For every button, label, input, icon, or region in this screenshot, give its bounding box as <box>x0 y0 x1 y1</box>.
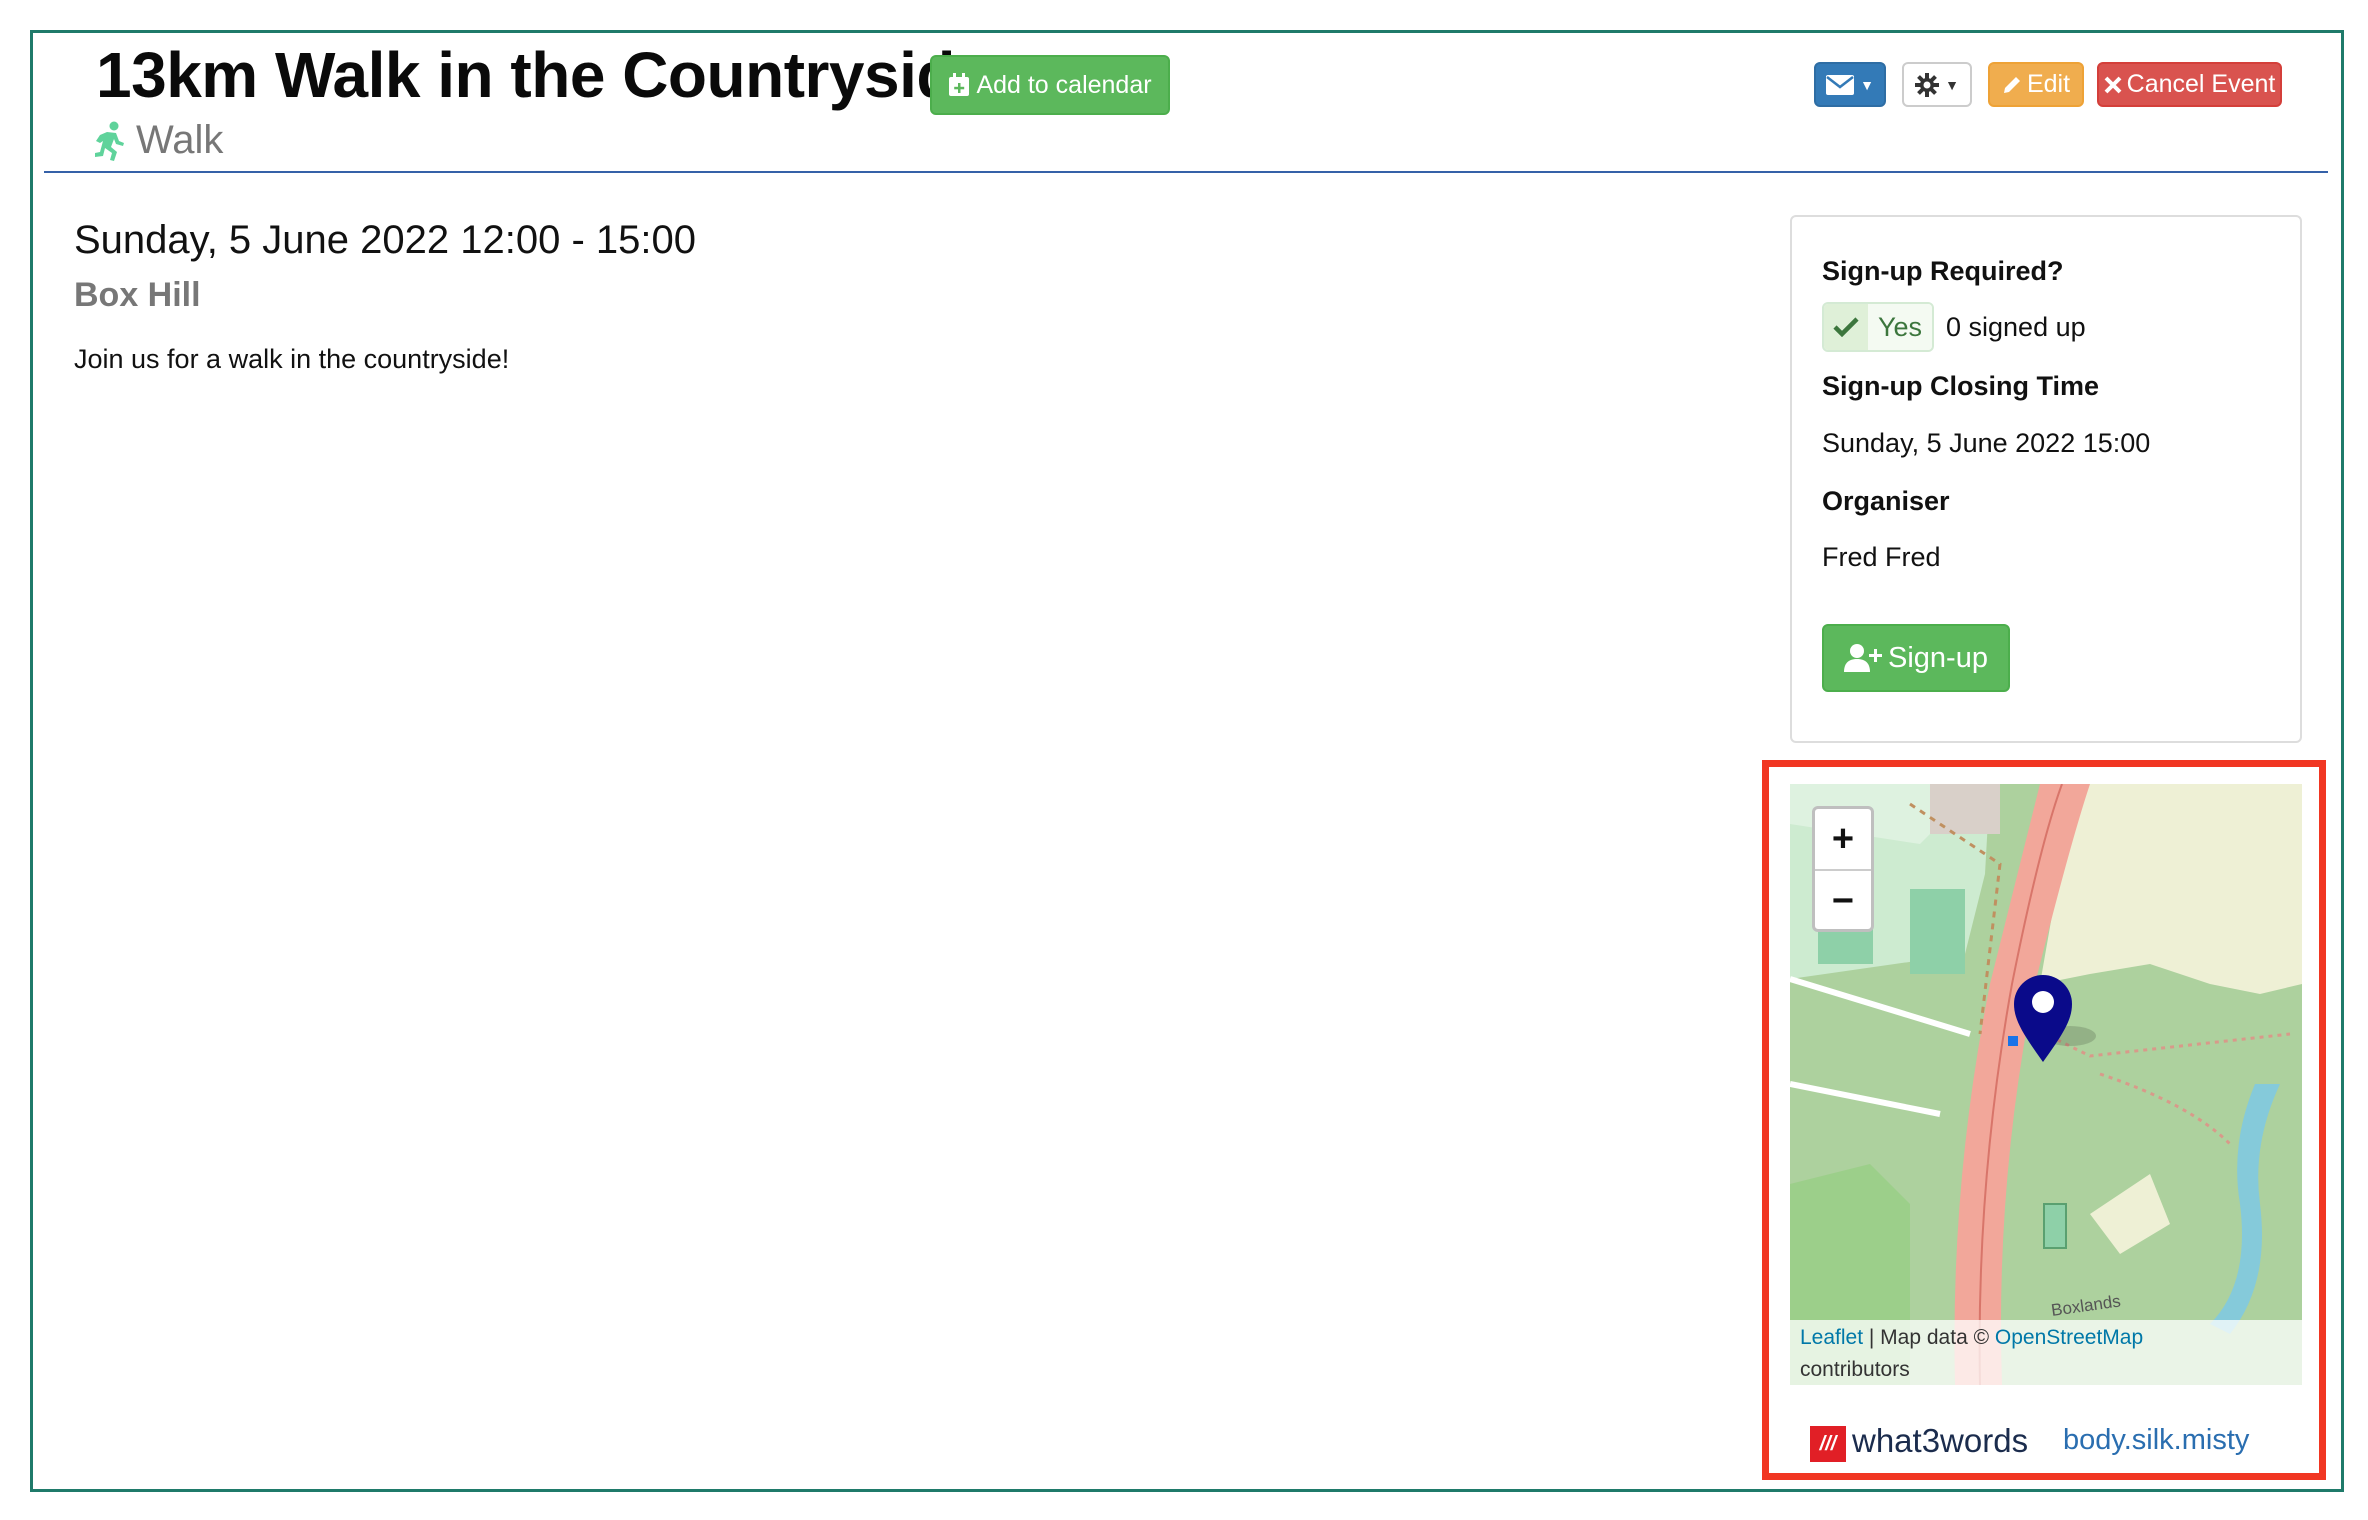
signup-closing-label: Sign-up Closing Time <box>1822 371 2100 401</box>
chevron-down-icon: ▼ <box>1945 76 1959 93</box>
organiser-value: Fred Fred <box>1822 542 1941 572</box>
openstreetmap-link[interactable]: OpenStreetMap <box>1995 1326 2143 1349</box>
leaflet-link[interactable]: Leaflet <box>1800 1326 1863 1349</box>
add-to-calendar-button[interactable]: Add to calendar <box>930 55 1170 115</box>
event-category-label: Walk <box>136 118 224 162</box>
attribution-separator: | Map data © <box>1863 1326 1995 1349</box>
location-map[interactable]: Boxlands + − Leaflet | Map data © OpenSt… <box>1790 784 2302 1385</box>
calendar-plus-icon <box>949 73 970 96</box>
cancel-event-button[interactable]: Cancel Event <box>2097 62 2282 107</box>
close-icon <box>2104 76 2122 93</box>
signup-button-label: Sign-up <box>1888 641 1988 674</box>
settings-dropdown-button[interactable]: ▼ <box>1902 62 1972 107</box>
chevron-down-icon: ▼ <box>1860 76 1874 93</box>
attribution-contributors: contributors <box>1800 1358 1910 1381</box>
edit-button[interactable]: Edit <box>1988 62 2084 107</box>
event-location: Box Hill <box>74 276 201 314</box>
gear-icon <box>1915 72 1940 97</box>
event-title: 13km Walk in the Countryside <box>96 39 991 111</box>
signup-required-badge: Yes <box>1822 302 1934 352</box>
checkmark-icon <box>1833 317 1859 337</box>
signup-required-label: Sign-up Required? <box>1822 256 2064 286</box>
signup-button[interactable]: Sign-up <box>1822 624 2010 692</box>
signup-required-value: Yes <box>1868 304 1932 350</box>
event-datetime: Sunday, 5 June 2022 12:00 - 15:00 <box>74 218 696 262</box>
event-description: Join us for a walk in the countryside! <box>74 344 510 374</box>
user-plus-icon <box>1844 644 1883 672</box>
edit-label: Edit <box>2026 70 2071 98</box>
add-to-calendar-label: Add to calendar <box>976 70 1152 99</box>
pencil-icon <box>2003 76 2020 93</box>
signup-closing-value: Sunday, 5 June 2022 15:00 <box>1822 428 2151 458</box>
signed-up-count: 0 signed up <box>1946 312 2086 342</box>
header-divider <box>44 171 2328 173</box>
organiser-label: Organiser <box>1822 486 1950 516</box>
envelope-icon <box>1826 74 1855 95</box>
running-person-icon <box>95 121 124 161</box>
zoom-out-button[interactable]: − <box>1815 871 1871 929</box>
what3words-brand: what3words <box>1852 1422 2029 1459</box>
zoom-in-button[interactable]: + <box>1815 809 1871 871</box>
event-category: Walk <box>92 118 223 163</box>
cancel-event-label: Cancel Event <box>2126 70 2276 98</box>
what3words-logo-icon: /// <box>1810 1426 1846 1462</box>
map-attribution: Leaflet | Map data © OpenStreetMap contr… <box>1790 1320 2302 1385</box>
what3words-address-link[interactable]: body.silk.misty <box>2063 1424 2249 1457</box>
map-zoom-control: + − <box>1812 806 1874 932</box>
email-dropdown-button[interactable]: ▼ <box>1814 62 1886 107</box>
